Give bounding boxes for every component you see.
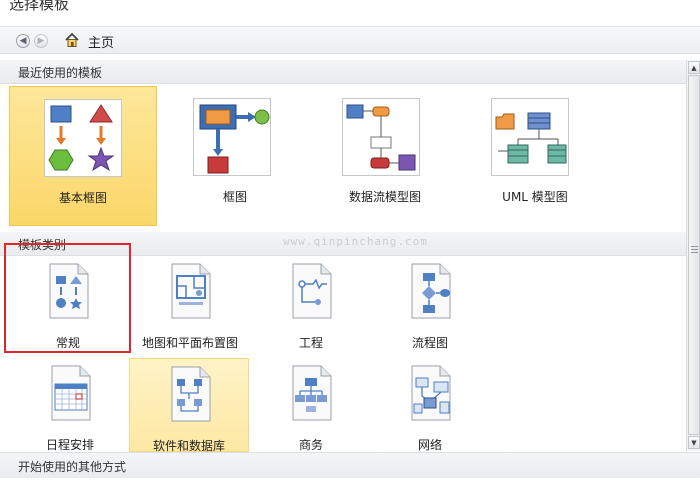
category-flowchart[interactable]: 流程图 — [378, 260, 482, 354]
category-business[interactable]: 商务 — [259, 362, 363, 456]
template-label: 基本框图 — [58, 191, 107, 205]
navigation-bar: ◀ ▶ 主页 — [0, 26, 700, 54]
template-label: 框图 — [222, 190, 247, 204]
category-maps-floorplans[interactable]: 地图和平面布置图 — [138, 260, 242, 354]
template-label: UML 模型图 — [502, 190, 568, 204]
network-computers-icon — [411, 365, 451, 421]
category-label: 日程安排 — [45, 438, 94, 452]
general-category-icon — [49, 263, 89, 319]
vertical-scrollbar[interactable]: ▲ ▼ — [686, 60, 700, 451]
category-label: 流程图 — [411, 336, 448, 350]
template-basic-diagram[interactable]: 基本框图 — [9, 86, 157, 226]
home-icon[interactable] — [64, 32, 80, 48]
watermark: www.qinpinchang.com — [283, 235, 428, 248]
scroll-down-icon[interactable]: ▼ — [688, 436, 700, 449]
maps-floorplans-icon — [171, 263, 211, 319]
flowchart-icon — [411, 263, 451, 319]
category-network[interactable]: 网络 — [378, 362, 482, 456]
business-org-chart-icon — [292, 365, 332, 421]
template-label: 数据流模型图 — [348, 190, 421, 204]
category-label: 工程 — [298, 336, 323, 350]
uml-thumbnail — [491, 98, 569, 176]
template-gallery: 最近使用的模板 基本框图 框图 数据流模型图 UML 模型图 模板类别 常规 地… — [0, 60, 686, 487]
basic-diagram-thumbnail — [44, 99, 122, 177]
schedule-calendar-icon — [51, 365, 91, 421]
template-block-diagram[interactable]: 框图 — [160, 86, 310, 226]
category-label: 商务 — [298, 438, 323, 452]
scroll-up-icon[interactable]: ▲ — [688, 61, 700, 74]
back-arrow-icon[interactable]: ◀ — [16, 34, 30, 48]
section-title: 开始使用的其他方式 — [18, 460, 127, 474]
category-engineering[interactable]: 工程 — [259, 260, 363, 354]
category-schedule[interactable]: 日程安排 — [14, 362, 126, 456]
scrollbar-thumb[interactable] — [688, 75, 700, 435]
category-label: 地图和平面布置图 — [141, 336, 238, 350]
grip-icon — [691, 246, 698, 253]
category-general[interactable]: 常规 — [6, 260, 130, 354]
breadcrumb[interactable]: 主页 — [88, 32, 114, 51]
category-label: 常规 — [55, 336, 80, 350]
section-title: 最近使用的模板 — [18, 66, 103, 80]
category-software-database[interactable]: 软件和数据库 — [129, 358, 249, 453]
data-flow-thumbnail — [342, 98, 420, 176]
engineering-icon — [292, 263, 332, 319]
section-title: 模板类别 — [18, 238, 67, 252]
recent-templates-header: 最近使用的模板 — [0, 60, 686, 84]
software-database-icon — [171, 366, 211, 422]
forward-arrow-icon[interactable]: ▶ — [34, 34, 48, 48]
other-ways-header[interactable]: 开始使用的其他方式 — [0, 452, 700, 478]
block-diagram-thumbnail — [193, 98, 271, 176]
category-label: 网络 — [417, 438, 442, 452]
template-uml[interactable]: UML 模型图 — [460, 86, 610, 226]
dialog-title: 选择模板 — [9, 0, 70, 13]
template-data-flow[interactable]: 数据流模型图 — [310, 86, 460, 226]
